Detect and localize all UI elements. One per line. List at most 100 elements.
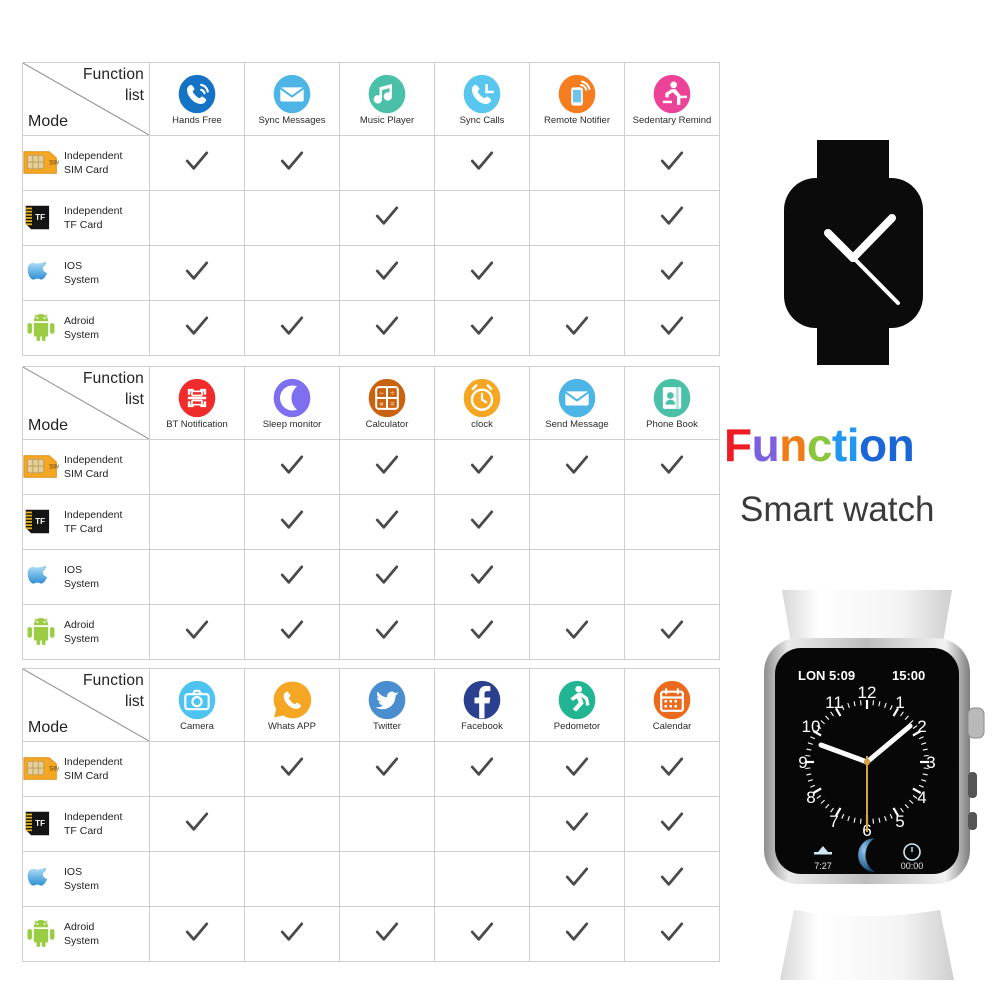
column-header-contact-book-icon[interactable]: Phone Book [624, 366, 720, 440]
support-cell[interactable] [244, 549, 340, 605]
support-cell[interactable] [624, 494, 720, 550]
mode-cell-android-icon: Adroid System [22, 906, 150, 962]
support-cell[interactable] [434, 796, 530, 852]
support-cell[interactable] [339, 851, 435, 907]
column-header-music-note-icon[interactable]: Music Player [339, 62, 435, 136]
support-cell[interactable] [434, 439, 530, 495]
support-cell[interactable] [434, 190, 530, 246]
column-header-calculator-icon[interactable]: − ÷ × = Calculator [339, 366, 435, 440]
column-header-phone-sync-icon[interactable]: Sync Calls [434, 62, 530, 136]
column-header-alarm-clock-icon[interactable]: clock [434, 366, 530, 440]
support-cell[interactable] [339, 439, 435, 495]
support-cell[interactable] [434, 245, 530, 301]
support-cell[interactable] [529, 851, 625, 907]
column-header-facebook-icon[interactable]: Facebook [434, 668, 530, 742]
support-cell[interactable] [244, 741, 340, 797]
column-header-remote-phone-icon[interactable]: Remote Notifier [529, 62, 625, 136]
mode-label: IOS System [64, 564, 100, 590]
support-cell[interactable] [244, 604, 340, 660]
support-cell[interactable] [149, 494, 245, 550]
support-cell[interactable] [624, 300, 720, 356]
support-cell[interactable] [244, 300, 340, 356]
support-cell[interactable] [624, 604, 720, 660]
column-header-phone-call-icon[interactable]: Hands Free [149, 62, 245, 136]
support-cell[interactable] [529, 135, 625, 191]
header-corner-cell: Function list Mode [22, 62, 150, 136]
support-cell[interactable] [149, 851, 245, 907]
support-cell[interactable] [149, 300, 245, 356]
support-cell[interactable] [624, 741, 720, 797]
support-cell[interactable] [149, 741, 245, 797]
support-cell[interactable] [529, 604, 625, 660]
support-cell[interactable] [624, 245, 720, 301]
column-header-moon-icon[interactable]: Sleep monitor [244, 366, 340, 440]
support-cell[interactable] [244, 796, 340, 852]
support-cell[interactable] [244, 494, 340, 550]
mode-cell-apple-icon: IOS System [22, 245, 150, 301]
column-header-calendar-icon[interactable]: Calendar [624, 668, 720, 742]
support-cell[interactable] [529, 494, 625, 550]
column-header-envelope-icon[interactable]: Sync Messages [244, 62, 340, 136]
support-cell[interactable] [149, 135, 245, 191]
support-cell[interactable] [339, 300, 435, 356]
support-cell[interactable] [339, 796, 435, 852]
support-cell[interactable] [434, 906, 530, 962]
support-cell[interactable] [244, 906, 340, 962]
support-cell[interactable] [339, 549, 435, 605]
column-header-whatsapp-icon[interactable]: Whats APP [244, 668, 340, 742]
support-cell[interactable] [149, 549, 245, 605]
support-cell[interactable] [434, 135, 530, 191]
column-header-bt-scan-icon[interactable]: BT Notification [149, 366, 245, 440]
support-cell[interactable] [244, 245, 340, 301]
support-cell[interactable] [624, 796, 720, 852]
support-cell[interactable] [529, 549, 625, 605]
support-cell[interactable] [339, 135, 435, 191]
support-cell[interactable] [434, 741, 530, 797]
support-cell[interactable] [434, 549, 530, 605]
support-cell[interactable] [624, 190, 720, 246]
column-header-twitter-icon[interactable]: Twitter [339, 668, 435, 742]
support-cell[interactable] [529, 300, 625, 356]
column-header-envelope-icon[interactable]: Send Message [529, 366, 625, 440]
mode-label: IOS System [64, 260, 100, 286]
support-cell[interactable] [529, 906, 625, 962]
support-cell[interactable] [339, 604, 435, 660]
support-cell[interactable] [339, 245, 435, 301]
support-cell[interactable] [529, 245, 625, 301]
support-cell[interactable] [624, 135, 720, 191]
column-header-sedentary-icon[interactable]: Sedentary Remind [624, 62, 720, 136]
support-cell[interactable] [149, 604, 245, 660]
support-cell[interactable] [434, 494, 530, 550]
support-cell[interactable] [434, 300, 530, 356]
support-cell[interactable] [339, 906, 435, 962]
check-icon [375, 509, 399, 529]
support-cell[interactable] [149, 245, 245, 301]
support-cell[interactable] [624, 906, 720, 962]
column-header-pedometer-icon[interactable]: Pedometor [529, 668, 625, 742]
support-cell[interactable] [149, 190, 245, 246]
support-cell[interactable] [244, 190, 340, 246]
support-cell[interactable] [624, 851, 720, 907]
support-cell[interactable] [339, 494, 435, 550]
support-cell[interactable] [244, 851, 340, 907]
check-icon [470, 454, 494, 474]
support-cell[interactable] [624, 439, 720, 495]
support-cell[interactable] [244, 135, 340, 191]
table-row: Adroid System [22, 906, 720, 962]
support-cell[interactable] [149, 439, 245, 495]
support-cell[interactable] [624, 549, 720, 605]
support-cell[interactable] [339, 190, 435, 246]
table-row: IOS System [22, 549, 720, 605]
mode-label: Independent SIM Card [64, 150, 123, 176]
support-cell[interactable] [434, 604, 530, 660]
support-cell[interactable] [149, 906, 245, 962]
support-cell[interactable] [529, 796, 625, 852]
support-cell[interactable] [339, 741, 435, 797]
support-cell[interactable] [529, 741, 625, 797]
support-cell[interactable] [149, 796, 245, 852]
support-cell[interactable] [529, 439, 625, 495]
support-cell[interactable] [244, 439, 340, 495]
column-header-camera-icon[interactable]: Camera [149, 668, 245, 742]
support-cell[interactable] [434, 851, 530, 907]
support-cell[interactable] [529, 190, 625, 246]
